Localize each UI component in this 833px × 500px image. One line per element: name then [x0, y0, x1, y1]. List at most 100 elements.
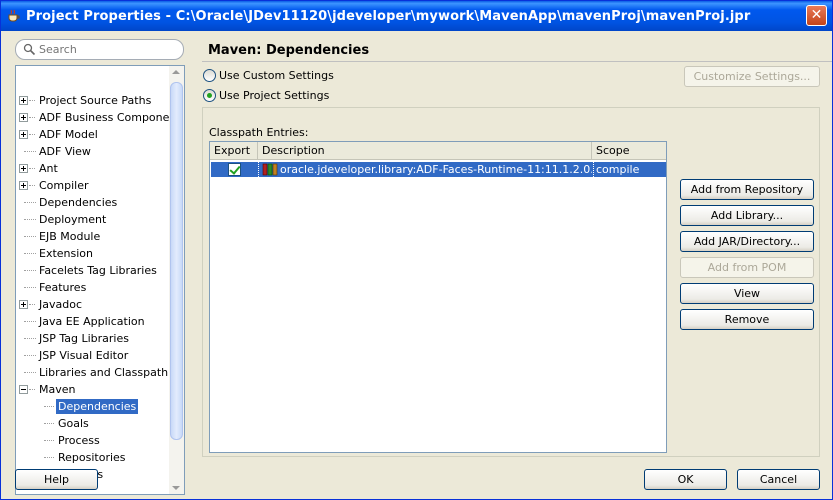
use-custom-settings-radio[interactable]: Use Custom Settings [203, 68, 403, 84]
project-properties-dialog: Project Properties - C:\Oracle\JDev11120… [0, 0, 833, 500]
radio-unchecked-icon [203, 69, 216, 82]
tree-item[interactable]: Extension [16, 245, 166, 262]
tree-connector [24, 372, 36, 373]
main-panel: Maven: Dependencies Use Custom Settings … [202, 39, 832, 457]
tree-item-label: Javadoc [39, 298, 82, 311]
help-button[interactable]: Help [15, 469, 98, 490]
column-header-scope[interactable]: Scope [592, 142, 666, 160]
tree-connector [44, 406, 54, 407]
tree-item[interactable]: JSP Tag Libraries [16, 330, 166, 347]
tree-connector [24, 287, 36, 288]
table-header: Export Description Scope [210, 142, 666, 160]
collapse-icon[interactable] [19, 385, 28, 394]
scroll-down-icon[interactable] [172, 486, 180, 490]
tree-item[interactable]: Dependencies [16, 398, 166, 415]
tree-item[interactable]: Project Source Paths [16, 92, 166, 109]
tree-connector [24, 270, 36, 271]
tree-item[interactable]: Maven [16, 381, 166, 398]
tree-connector [24, 321, 36, 322]
remove-button[interactable]: Remove [680, 309, 814, 330]
column-header-description[interactable]: Description [258, 142, 592, 160]
tree-item-label: EJB Module [39, 230, 101, 243]
cancel-button[interactable]: Cancel [737, 469, 820, 490]
tree-item-label: Goals [58, 417, 89, 430]
tree-connector [24, 355, 36, 356]
tree-connector [24, 202, 36, 203]
expand-icon[interactable] [19, 130, 28, 139]
tree-item[interactable]: Java EE Application [16, 313, 166, 330]
coffee-cup-icon [8, 9, 20, 22]
tree-item-label: Java EE Application [39, 315, 145, 328]
expand-icon[interactable] [19, 181, 28, 190]
tree-connector [29, 100, 35, 101]
search-icon [23, 43, 36, 56]
scroll-thumb[interactable] [170, 82, 183, 440]
tree-connector [29, 185, 35, 186]
export-cell[interactable] [211, 162, 258, 177]
tree-item[interactable]: Repositories [16, 449, 166, 466]
tree-item[interactable]: Libraries and Classpath [16, 364, 168, 381]
expand-icon[interactable] [19, 113, 28, 122]
expand-icon[interactable] [19, 164, 28, 173]
tree-item[interactable]: ADF Model [16, 126, 166, 143]
tree-item-label: Features [39, 281, 87, 294]
tree-connector [24, 236, 36, 237]
view-button[interactable]: View [680, 283, 814, 304]
export-checkbox[interactable] [228, 163, 241, 176]
tree-item[interactable]: Features [16, 279, 166, 296]
tree-item-label: Process [58, 434, 100, 447]
add-library-button[interactable]: Add Library... [680, 205, 814, 226]
tree-scrollbar[interactable] [169, 66, 184, 494]
search-input[interactable] [39, 42, 179, 57]
classpath-table[interactable]: Export Description Scope oracle.jdevelop… [209, 141, 667, 453]
tree-item[interactable]: ADF Business Components [16, 109, 184, 126]
radio-checked-icon [203, 89, 216, 102]
add-from-repository-button[interactable]: Add from Repository [680, 179, 814, 200]
tree-item-label: Deployment [39, 213, 107, 226]
tree-item-label: ADF View [39, 145, 91, 158]
customize-settings-button[interactable]: Customize Settings... [684, 66, 820, 87]
scroll-up-icon[interactable] [172, 70, 180, 74]
title-bar[interactable]: Project Properties - C:\Oracle\JDev11120… [1, 1, 832, 31]
tree-item[interactable]: Ant [16, 160, 166, 177]
expand-icon[interactable] [19, 300, 28, 309]
close-button[interactable]: ✕ [806, 5, 827, 26]
add-jar-directory-button[interactable]: Add JAR/Directory... [680, 231, 814, 252]
tree-item-label: Libraries and Classpath [39, 366, 169, 379]
expand-icon[interactable] [19, 96, 28, 105]
tree-item[interactable]: Facelets Tag Libraries [16, 262, 166, 279]
ok-button[interactable]: OK [644, 469, 727, 490]
window-title: Project Properties - C:\Oracle\JDev11120… [26, 9, 751, 24]
tree-item-label: Facelets Tag Libraries [39, 264, 157, 277]
tree-item-label: Ant [39, 162, 58, 175]
tree-item-label: Project Source Paths [39, 94, 152, 107]
tree-connector [44, 457, 54, 458]
tree-connector [29, 389, 35, 390]
tree-item[interactable]: EJB Module [16, 228, 166, 245]
tree-item[interactable]: Goals [16, 415, 166, 432]
tree-item[interactable]: Javadoc [16, 296, 166, 313]
classpath-entries-label: Classpath Entries: [209, 126, 309, 139]
tree-item[interactable]: Process [16, 432, 166, 449]
tree-item-label: JSP Visual Editor [39, 349, 129, 362]
tree-connector [29, 168, 35, 169]
tree-item[interactable]: Compiler [16, 177, 166, 194]
radio-label: Use Custom Settings [219, 69, 334, 82]
tree-connector [44, 423, 54, 424]
add-from-pom-button[interactable]: Add from POM [680, 257, 814, 278]
search-box[interactable] [15, 39, 184, 60]
navigation-pane: Project Source Paths ADF Business Compone… [15, 39, 185, 495]
radio-label: Use Project Settings [219, 89, 330, 102]
tree-item[interactable]: JSP Visual Editor [16, 347, 166, 364]
tree-connector [24, 338, 36, 339]
library-icon [262, 163, 278, 176]
settings-tree[interactable]: Project Source Paths ADF Business Compone… [15, 65, 185, 495]
table-row[interactable]: oracle.jdeveloper.library:ADF-Faces-Runt… [211, 162, 666, 177]
tree-connector [24, 219, 36, 220]
tree-item[interactable]: ADF View [16, 143, 166, 160]
column-header-export[interactable]: Export [210, 142, 258, 160]
tree-item[interactable]: Dependencies [16, 194, 166, 211]
use-project-settings-radio[interactable]: Use Project Settings [203, 88, 403, 104]
tree-connector [24, 151, 36, 152]
tree-item[interactable]: Deployment [16, 211, 166, 228]
